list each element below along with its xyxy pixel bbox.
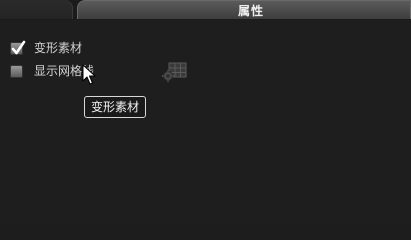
deform-clip-label[interactable]: 变形素材: [34, 40, 82, 56]
checkmark-icon: [11, 40, 26, 54]
show-grid-checkbox[interactable]: [10, 64, 23, 78]
tab-inactive[interactable]: [0, 0, 73, 19]
properties-panel-window: 属性 变形素材 显示网格线 变形素材: [0, 0, 411, 224]
tooltip-text: 变形素材: [91, 100, 140, 114]
tab-properties[interactable]: 属性: [77, 0, 411, 19]
mouse-pointer-icon: [82, 64, 96, 86]
grid-settings-icon[interactable]: [160, 60, 190, 84]
tooltip: 变形素材: [84, 96, 147, 118]
tab-properties-label: 属性: [237, 4, 264, 18]
tab-strip: 属性: [0, 0, 411, 21]
option-row-deform-clip[interactable]: 变形素材: [10, 40, 82, 56]
deform-clip-checkbox[interactable]: [10, 40, 26, 55]
